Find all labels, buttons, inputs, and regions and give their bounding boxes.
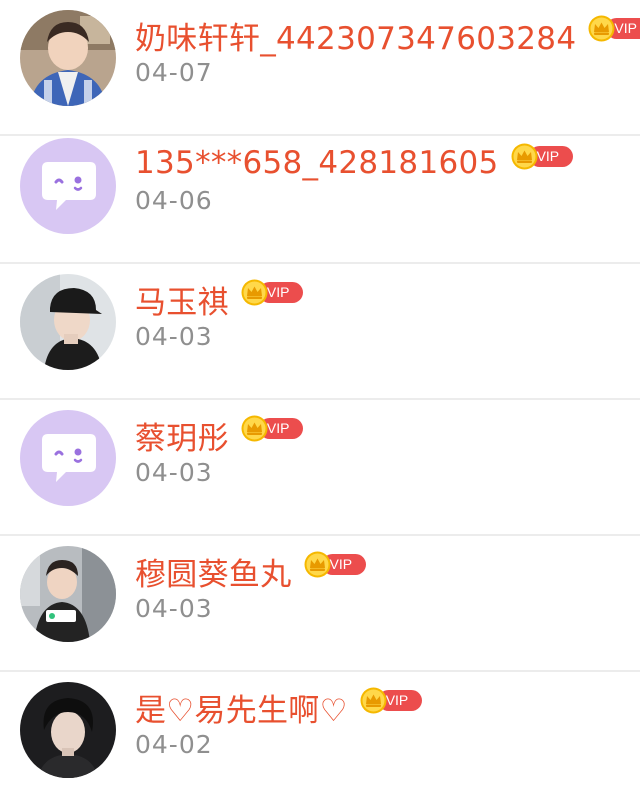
date-label: 04-03 xyxy=(135,594,213,623)
crown-icon xyxy=(511,143,538,170)
crown-icon xyxy=(241,415,268,442)
vip-badge: VIP xyxy=(241,279,303,306)
list-item[interactable]: 蔡玥彤 VIP 04-03 xyxy=(0,400,640,536)
crown-icon xyxy=(588,15,615,42)
vip-label: VIP xyxy=(614,20,637,36)
crown-icon xyxy=(360,687,387,714)
user-list: 奶味轩轩_442307347603284 VIP 04-07 135***658… xyxy=(0,0,640,804)
username[interactable]: 135***658_428181605 xyxy=(135,145,499,181)
vip-label: VIP xyxy=(329,556,353,572)
crown-icon xyxy=(304,551,330,578)
photo-avatar-qqmusic-icon[interactable] xyxy=(20,546,116,642)
date-label: 04-06 xyxy=(135,186,213,215)
vip-badge: VIP xyxy=(360,687,422,714)
photo-avatar-dark-hair-icon[interactable] xyxy=(20,682,116,778)
list-item[interactable]: 穆圆葵鱼丸 VIP 04-03 xyxy=(0,536,640,672)
list-item[interactable]: 马玉祺 VIP 04-03 xyxy=(0,264,640,400)
crown-icon xyxy=(241,279,268,306)
vip-label: VIP xyxy=(385,692,409,708)
username[interactable]: 蔡玥彤 xyxy=(135,413,229,458)
date-label: 04-07 xyxy=(135,58,213,87)
date-label: 04-02 xyxy=(135,730,213,759)
username[interactable]: 是♡易先生啊♡ xyxy=(135,685,348,730)
list-item[interactable]: 奶味轩轩_442307347603284 VIP 04-07 xyxy=(0,0,640,136)
vip-badge: VIP xyxy=(241,415,303,442)
vip-label: VIP xyxy=(266,284,290,300)
username[interactable]: 奶味轩轩_442307347603284 xyxy=(135,13,576,58)
list-item[interactable]: 是♡易先生啊♡ VIP 04-02 xyxy=(0,672,640,804)
date-label: 04-03 xyxy=(135,322,213,351)
username[interactable]: 马玉祺 xyxy=(135,277,229,322)
list-item[interactable]: 135***658_428181605 VIP 04-06 xyxy=(0,128,640,264)
vip-label: VIP xyxy=(536,148,560,164)
photo-avatar-boy-jacket-icon[interactable] xyxy=(20,10,116,106)
date-label: 04-03 xyxy=(135,458,213,487)
vip-label: VIP xyxy=(266,420,290,436)
default-chat-bubble-avatar-icon[interactable] xyxy=(20,410,116,506)
photo-avatar-cap-icon[interactable] xyxy=(20,274,116,370)
vip-badge: VIP xyxy=(588,15,640,42)
username[interactable]: 穆圆葵鱼丸 xyxy=(135,549,292,594)
vip-badge: VIP xyxy=(304,551,366,578)
vip-badge: VIP xyxy=(511,143,573,170)
default-chat-bubble-avatar-icon[interactable] xyxy=(20,138,116,234)
